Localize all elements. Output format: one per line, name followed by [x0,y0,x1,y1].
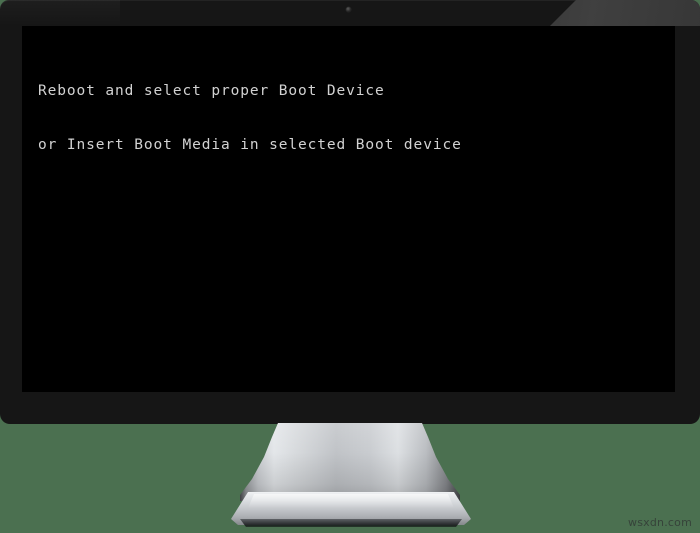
monitor-stand [0,418,700,533]
boot-error-line-1: Reboot and select proper Boot Device [38,83,385,99]
bezel-left-sheen [0,0,120,26]
boot-error-line-2: or Insert Boot Media in selected Boot de… [38,137,462,153]
monitor-stand-base-edge [240,519,462,527]
monitor-screen[interactable]: Reboot and select proper Boot Device or … [22,26,675,392]
boot-error-message: Reboot and select proper Boot Device or … [38,46,462,190]
monitor-stand-base-gloss [248,494,454,508]
monitor-stand-neck-shading [240,423,460,501]
webcam-icon [346,7,351,12]
monitor-bezel: Reboot and select proper Boot Device or … [0,0,700,424]
computer-monitor: Reboot and select proper Boot Device or … [0,0,700,424]
screenshot-canvas: Reboot and select proper Boot Device or … [0,0,700,533]
bezel-gloss-gradient [550,0,700,26]
watermark: wsxdn.com [628,516,692,529]
